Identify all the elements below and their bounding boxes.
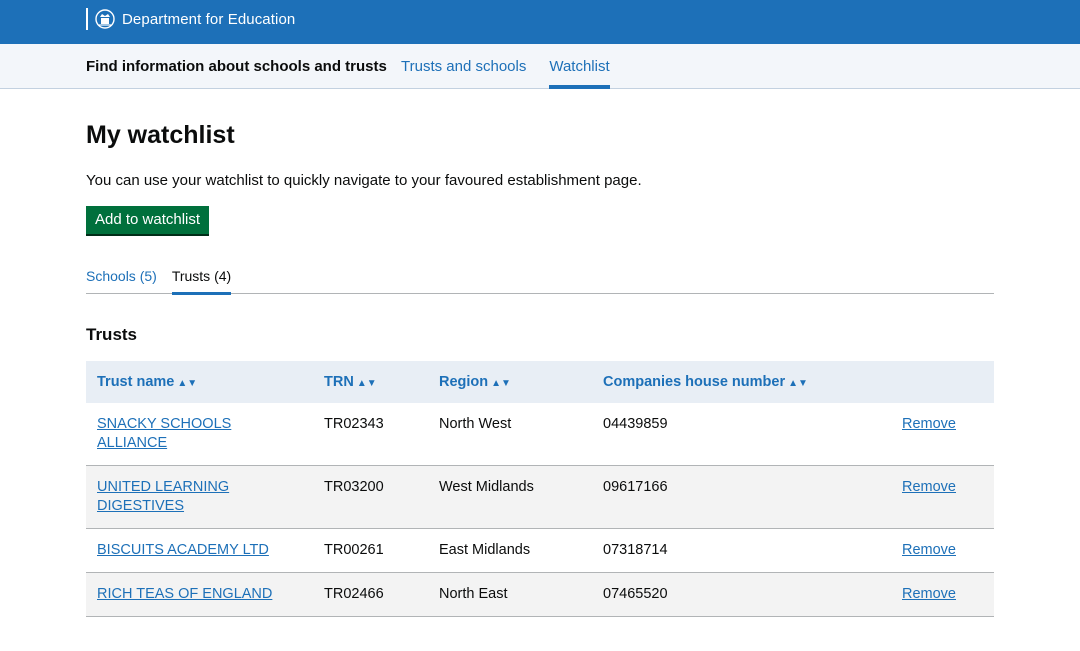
action-cell: Remove — [891, 465, 994, 529]
companies-house-number-cell: 07318714 — [592, 528, 891, 573]
column-header-companies-house-number[interactable]: Companies house number ▲▼ — [592, 361, 891, 403]
region-cell: North East — [428, 572, 592, 617]
remove-link[interactable]: Remove — [902, 479, 956, 495]
column-header-actions — [891, 361, 994, 403]
action-cell: Remove — [891, 572, 994, 617]
section-title: Trusts — [86, 325, 138, 344]
region-cell: North West — [428, 403, 592, 466]
table-header-row: Trust name ▲▼ TRN ▲▼ Region ▲▼ Companies ho… — [86, 361, 994, 403]
trust-name-link[interactable]: RICH TEAS OF ENGLAND — [97, 586, 272, 602]
service-name[interactable]: Find information about schools and trust… — [86, 58, 387, 75]
brand-divider — [86, 8, 88, 30]
nav-watchlist[interactable]: Watchlist — [549, 44, 610, 89]
site-header: Department for Education — [0, 0, 1080, 44]
page-title: My watchlist — [86, 121, 235, 149]
trust-name-cell: BISCUITS ACADEMY LTD — [86, 528, 313, 573]
sort-arrows-icon: ▲▼ — [491, 378, 511, 389]
trust-name-cell: SNACKY SCHOOLS ALLIANCE — [86, 403, 313, 466]
intro-text: You can use your watchlist to quickly na… — [86, 172, 642, 189]
royal-crest-icon — [94, 8, 116, 30]
trn-cell: TR02466 — [313, 572, 428, 617]
trust-name-cell: RICH TEAS OF ENGLAND — [86, 572, 313, 617]
trust-name-link[interactable]: UNITED LEARNING DIGESTIVES — [97, 479, 229, 514]
table-row: SNACKY SCHOOLS ALLIANCE TR02343 North Wes… — [86, 403, 994, 466]
remove-link[interactable]: Remove — [902, 416, 956, 432]
brand-name: Department for Education — [122, 10, 296, 28]
column-header-region[interactable]: Region ▲▼ — [428, 361, 592, 403]
companies-house-number-cell: 07465520 — [592, 572, 891, 617]
tab-trusts[interactable]: Trusts (4) — [171, 265, 232, 295]
sort-arrows-icon: ▲▼ — [177, 378, 198, 389]
trn-cell: TR02343 — [313, 403, 428, 466]
trusts-table: Trust name ▲▼ TRN ▲▼ Region ▲▼ Companies ho… — [86, 361, 994, 617]
trn-cell: TR03200 — [313, 465, 428, 529]
trust-name-cell: UNITED LEARNING DIGESTIVES — [86, 465, 313, 529]
trust-name-link[interactable]: BISCUITS ACADEMY LTD — [97, 542, 269, 558]
nav-trusts-and-schools[interactable]: Trusts and schools — [401, 44, 526, 89]
action-cell: Remove — [891, 528, 994, 573]
sort-arrows-icon: ▲▼ — [788, 378, 808, 389]
watchlist-tabs: Schools (5) Trusts (4) — [86, 265, 994, 295]
tab-schools[interactable]: Schools (5) — [86, 265, 157, 294]
trn-cell: TR00261 — [313, 528, 428, 573]
companies-house-number-cell: 09617166 — [592, 465, 891, 529]
column-header-trn[interactable]: TRN ▲▼ — [313, 361, 428, 403]
service-navigation-bar: Find information about schools and trust… — [0, 44, 1080, 89]
region-cell: East Midlands — [428, 528, 592, 573]
table-row: UNITED LEARNING DIGESTIVES TR03200 West M… — [86, 465, 994, 529]
trust-name-link[interactable]: SNACKY SCHOOLS ALLIANCE — [97, 416, 231, 451]
brand-link[interactable]: Department for Education — [86, 8, 295, 30]
remove-link[interactable]: Remove — [902, 542, 956, 558]
column-header-trust-name[interactable]: Trust name ▲▼ — [86, 361, 313, 403]
table-row: BISCUITS ACADEMY LTD TR00261 East Midlan… — [86, 528, 994, 573]
region-cell: West Midlands — [428, 465, 592, 529]
action-cell: Remove — [891, 403, 994, 466]
companies-house-number-cell: 04439859 — [592, 403, 891, 466]
table-row: RICH TEAS OF ENGLAND TR02466 North East … — [86, 572, 994, 617]
add-to-watchlist-button[interactable]: Add to watchlist — [86, 206, 210, 234]
remove-link[interactable]: Remove — [902, 586, 956, 602]
service-nav: Trusts and schools Watchlist — [401, 44, 633, 89]
sort-arrows-icon: ▲▼ — [356, 378, 377, 389]
